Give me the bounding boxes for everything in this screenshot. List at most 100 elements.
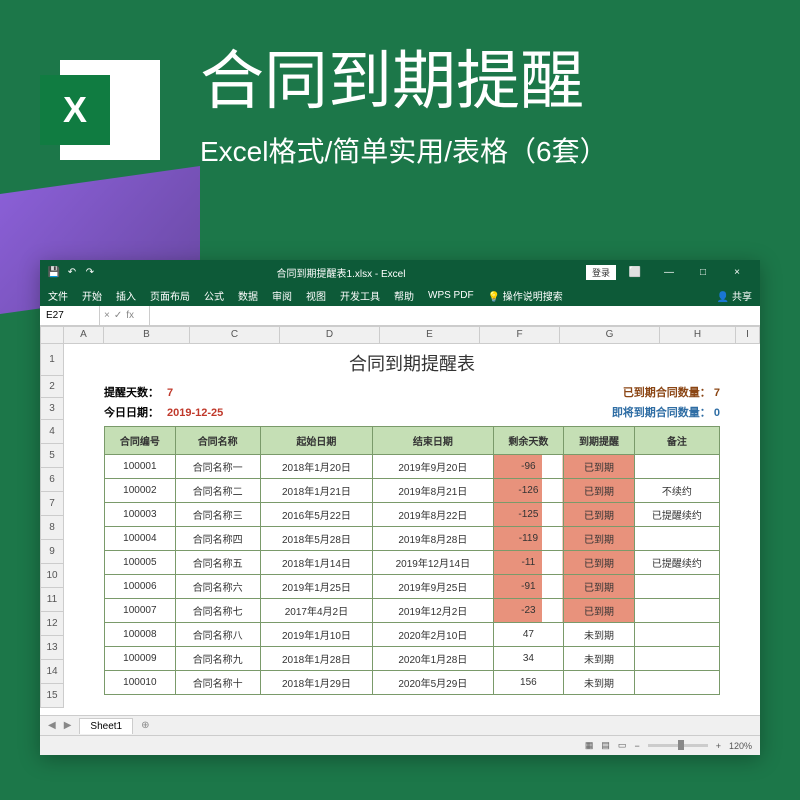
row-header[interactable]: 7 bbox=[40, 492, 64, 516]
cell-status[interactable]: 已到期 bbox=[564, 575, 635, 599]
fx-icon[interactable]: fx bbox=[126, 310, 134, 321]
tab-layout[interactable]: 页面布局 bbox=[150, 288, 190, 303]
cell-end[interactable]: 2019年8月22日 bbox=[373, 503, 493, 527]
cell-days[interactable]: 34 bbox=[493, 647, 564, 671]
table-row[interactable]: 100008合同名称八2019年1月10日2020年2月10日47未到期 bbox=[105, 623, 720, 647]
tab-nav-next-icon[interactable]: ▶ bbox=[64, 720, 72, 731]
cell-id[interactable]: 100006 bbox=[105, 575, 176, 599]
cell-status[interactable]: 未到期 bbox=[564, 623, 635, 647]
tab-home[interactable]: 开始 bbox=[82, 288, 102, 303]
cell-start[interactable]: 2018年5月28日 bbox=[260, 527, 372, 551]
cell-note[interactable]: 不续约 bbox=[634, 479, 719, 503]
tab-help[interactable]: 帮助 bbox=[394, 288, 414, 303]
cell-name[interactable]: 合同名称七 bbox=[175, 599, 260, 623]
cell-days[interactable]: -119 bbox=[493, 527, 564, 551]
cell-end[interactable]: 2020年2月10日 bbox=[373, 623, 493, 647]
row-header[interactable]: 14 bbox=[40, 660, 64, 684]
col-header[interactable]: I bbox=[736, 326, 760, 344]
cell-start[interactable]: 2018年1月21日 bbox=[260, 479, 372, 503]
tab-formulas[interactable]: 公式 bbox=[204, 288, 224, 303]
cell-note[interactable] bbox=[634, 599, 719, 623]
cell-days[interactable]: -11 bbox=[493, 551, 564, 575]
tab-wps-pdf[interactable]: WPS PDF bbox=[428, 290, 474, 301]
zoom-slider[interactable] bbox=[648, 744, 708, 747]
minimize-button[interactable]: — bbox=[654, 267, 684, 278]
tell-me[interactable]: 💡 操作说明搜索 bbox=[488, 288, 563, 303]
table-row[interactable]: 100009合同名称九2018年1月28日2020年1月28日34未到期 bbox=[105, 647, 720, 671]
cell-name[interactable]: 合同名称一 bbox=[175, 455, 260, 479]
cell-name[interactable]: 合同名称九 bbox=[175, 647, 260, 671]
cell-note[interactable]: 已提醒续约 bbox=[634, 503, 719, 527]
enter-icon[interactable]: ✓ bbox=[114, 310, 122, 321]
cell-note[interactable] bbox=[634, 527, 719, 551]
cell-status[interactable]: 已到期 bbox=[564, 455, 635, 479]
redo-icon[interactable]: ↷ bbox=[84, 266, 96, 278]
share-button[interactable]: 👤 共享 bbox=[717, 288, 752, 303]
row-header[interactable]: 4 bbox=[40, 420, 64, 444]
col-header[interactable]: B bbox=[104, 326, 190, 344]
row-header[interactable]: 3 bbox=[40, 398, 64, 420]
cell-id[interactable]: 100001 bbox=[105, 455, 176, 479]
cell-id[interactable]: 100009 bbox=[105, 647, 176, 671]
cell-days[interactable]: -96 bbox=[493, 455, 564, 479]
cell-note[interactable] bbox=[634, 647, 719, 671]
zoom-in-icon[interactable]: + bbox=[716, 741, 721, 751]
login-button[interactable]: 登录 bbox=[586, 265, 616, 280]
select-all-corner[interactable] bbox=[40, 326, 64, 344]
cell-status[interactable]: 已到期 bbox=[564, 527, 635, 551]
col-header[interactable]: F bbox=[480, 326, 560, 344]
maximize-button[interactable]: □ bbox=[688, 267, 718, 278]
cell-days[interactable]: 47 bbox=[493, 623, 564, 647]
col-header[interactable]: A bbox=[64, 326, 104, 344]
tab-file[interactable]: 文件 bbox=[48, 288, 68, 303]
row-header[interactable]: 2 bbox=[40, 376, 64, 398]
cell-note[interactable]: 已提醒续约 bbox=[634, 551, 719, 575]
tab-developer[interactable]: 开发工具 bbox=[340, 288, 380, 303]
cell-id[interactable]: 100003 bbox=[105, 503, 176, 527]
cell-start[interactable]: 2018年1月28日 bbox=[260, 647, 372, 671]
col-header[interactable]: E bbox=[380, 326, 480, 344]
cell-end[interactable]: 2019年8月28日 bbox=[373, 527, 493, 551]
cell-start[interactable]: 2018年1月20日 bbox=[260, 455, 372, 479]
cell-days[interactable]: -126 bbox=[493, 479, 564, 503]
col-header[interactable]: D bbox=[280, 326, 380, 344]
row-header[interactable]: 10 bbox=[40, 564, 64, 588]
cell-days[interactable]: -125 bbox=[493, 503, 564, 527]
col-header[interactable]: G bbox=[560, 326, 660, 344]
cell-note[interactable] bbox=[634, 455, 719, 479]
cell-status[interactable]: 已到期 bbox=[564, 503, 635, 527]
name-box[interactable]: E27 bbox=[40, 306, 100, 325]
view-pagebreak-icon[interactable]: ▭ bbox=[618, 740, 627, 751]
zoom-level[interactable]: 120% bbox=[729, 741, 752, 751]
row-header[interactable]: 8 bbox=[40, 516, 64, 540]
cell-id[interactable]: 100005 bbox=[105, 551, 176, 575]
cell-note[interactable] bbox=[634, 623, 719, 647]
cell-end[interactable]: 2019年8月21日 bbox=[373, 479, 493, 503]
cell-id[interactable]: 100007 bbox=[105, 599, 176, 623]
col-header[interactable]: H bbox=[660, 326, 736, 344]
cell-id[interactable]: 100010 bbox=[105, 671, 176, 695]
cell-status[interactable]: 已到期 bbox=[564, 599, 635, 623]
cell-start[interactable]: 2016年5月22日 bbox=[260, 503, 372, 527]
view-layout-icon[interactable]: ▤ bbox=[601, 740, 610, 751]
row-header[interactable]: 13 bbox=[40, 636, 64, 660]
cell-end[interactable]: 2019年12月2日 bbox=[373, 599, 493, 623]
row-header[interactable]: 6 bbox=[40, 468, 64, 492]
tab-view[interactable]: 视图 bbox=[306, 288, 326, 303]
tab-review[interactable]: 审阅 bbox=[272, 288, 292, 303]
cell-end[interactable]: 2020年5月29日 bbox=[373, 671, 493, 695]
cell-days[interactable]: -91 bbox=[493, 575, 564, 599]
cancel-icon[interactable]: × bbox=[104, 310, 110, 321]
cell-id[interactable]: 100002 bbox=[105, 479, 176, 503]
cell-name[interactable]: 合同名称四 bbox=[175, 527, 260, 551]
row-header[interactable]: 11 bbox=[40, 588, 64, 612]
zoom-out-icon[interactable]: − bbox=[634, 741, 639, 751]
cell-end[interactable]: 2019年9月20日 bbox=[373, 455, 493, 479]
tab-insert[interactable]: 插入 bbox=[116, 288, 136, 303]
col-header[interactable]: C bbox=[190, 326, 280, 344]
save-icon[interactable]: 💾 bbox=[48, 266, 60, 278]
row-header[interactable]: 1 bbox=[40, 344, 64, 376]
cell-start[interactable]: 2019年1月10日 bbox=[260, 623, 372, 647]
tab-nav-prev-icon[interactable]: ◀ bbox=[48, 720, 56, 731]
cell-status[interactable]: 已到期 bbox=[564, 551, 635, 575]
